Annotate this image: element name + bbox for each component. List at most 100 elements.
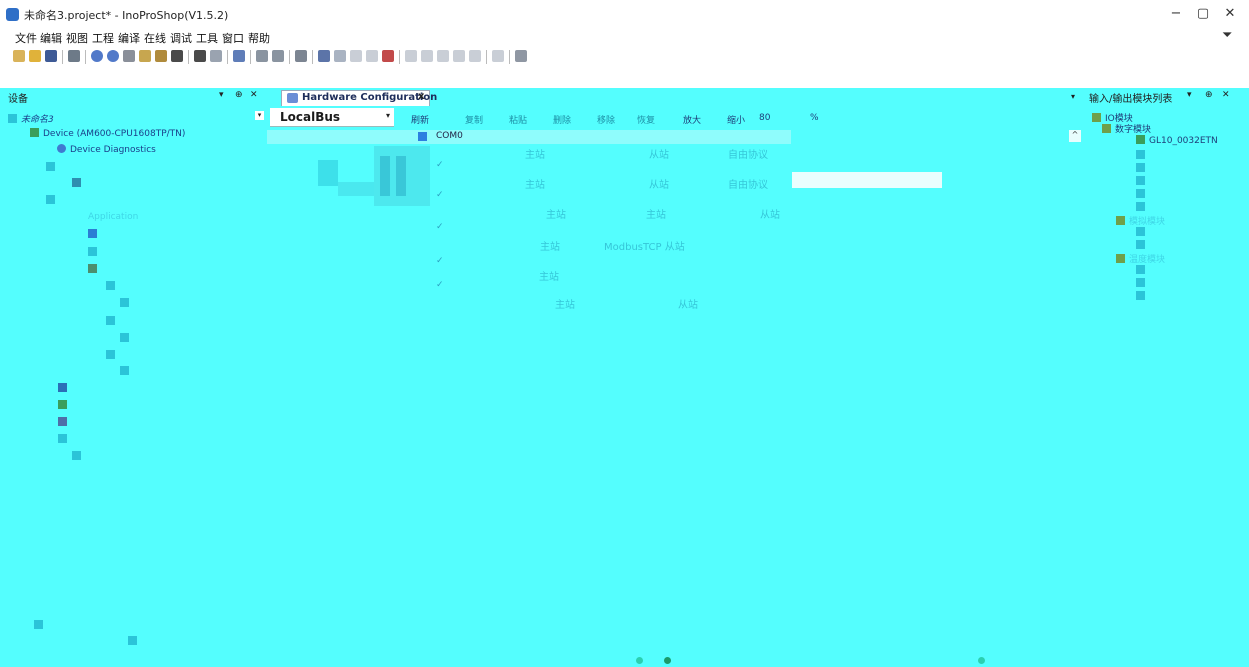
undo-icon[interactable] bbox=[91, 50, 103, 62]
tree-item-plc-logic[interactable] bbox=[46, 162, 59, 173]
select-all-icon[interactable] bbox=[233, 50, 245, 62]
io-tree-module[interactable] bbox=[1136, 291, 1149, 302]
scroll-up-button[interactable]: ^ bbox=[1069, 130, 1081, 142]
tree-item-softmotion[interactable] bbox=[58, 383, 71, 394]
logout-icon[interactable] bbox=[334, 50, 346, 62]
protocol-option[interactable]: 主站 bbox=[525, 176, 545, 191]
print-icon[interactable] bbox=[68, 50, 80, 62]
menu-window[interactable]: 窗口 bbox=[222, 30, 244, 46]
build-icon[interactable] bbox=[256, 50, 268, 62]
minimize-button[interactable]: − bbox=[1164, 5, 1188, 23]
protocol-option[interactable]: 主站 bbox=[555, 296, 575, 311]
io-tree-module[interactable] bbox=[1136, 176, 1149, 187]
copy-button[interactable]: 复制 bbox=[465, 113, 483, 126]
paste-button[interactable]: 粘贴 bbox=[509, 113, 527, 126]
step-into-icon[interactable] bbox=[437, 50, 449, 62]
tree-item-plc-prg[interactable] bbox=[88, 247, 101, 258]
refresh-button[interactable]: 刷新 bbox=[411, 113, 429, 126]
tab-hardware-configuration[interactable]: Hardware Configuration x bbox=[281, 90, 437, 106]
device-graphic[interactable] bbox=[318, 146, 432, 208]
zoom-out-button[interactable]: 缩小 bbox=[727, 113, 745, 126]
step-over-icon[interactable] bbox=[421, 50, 433, 62]
tree-item-device[interactable]: Device (AM600-CPU1608TP/TN) bbox=[30, 128, 185, 139]
save-icon[interactable] bbox=[45, 50, 57, 62]
breakpoint-icon[interactable] bbox=[405, 50, 417, 62]
replace-icon[interactable] bbox=[210, 50, 222, 62]
menu-tools[interactable]: 工具 bbox=[196, 30, 218, 46]
tree-item-task-main[interactable] bbox=[106, 281, 119, 292]
protocol-option[interactable]: 从站 bbox=[649, 176, 669, 191]
find-icon[interactable] bbox=[194, 50, 206, 62]
redo-icon[interactable] bbox=[107, 50, 119, 62]
protocol-option[interactable]: ModbusTCP 从站 bbox=[604, 238, 685, 253]
tree-item-group[interactable] bbox=[46, 195, 59, 206]
tree-item-ethercat-call[interactable] bbox=[120, 333, 133, 344]
menu-online[interactable]: 在线 bbox=[144, 30, 166, 46]
protocol-check[interactable]: ✓ bbox=[436, 190, 444, 200]
login-icon[interactable] bbox=[318, 50, 330, 62]
protocol-option[interactable]: 主站 bbox=[539, 268, 559, 283]
zoom-in-button[interactable]: 放大 bbox=[683, 113, 701, 126]
tree-item-modbus-device[interactable] bbox=[72, 451, 85, 462]
tree-dropdown-button[interactable]: ▾ bbox=[255, 111, 264, 120]
run-icon[interactable] bbox=[350, 50, 362, 62]
tree-item-task-ethercat[interactable] bbox=[106, 316, 119, 327]
tree-item-application[interactable]: Application bbox=[88, 212, 138, 222]
io-panel-pin[interactable]: ⊕ bbox=[1205, 90, 1213, 100]
tree-item-task-config[interactable] bbox=[88, 264, 101, 275]
layout-icon[interactable] bbox=[515, 50, 527, 62]
device-icon[interactable] bbox=[295, 50, 307, 62]
protocol-option[interactable]: 自由协议 bbox=[728, 176, 768, 191]
menu-build[interactable]: 编译 bbox=[118, 30, 140, 46]
protocol-option[interactable]: 从站 bbox=[649, 146, 669, 161]
devices-panel-pin[interactable]: ⊕ bbox=[235, 90, 243, 100]
protocol-option[interactable]: 主站 bbox=[540, 238, 560, 253]
bus-select[interactable]: LocalBus ▾ bbox=[270, 108, 394, 127]
editor-tab-dropdown[interactable]: ▾ bbox=[1071, 92, 1075, 101]
menu-debug[interactable]: 调试 bbox=[170, 30, 192, 46]
com0-row[interactable] bbox=[267, 130, 791, 144]
filter-icon[interactable]: ⏷ bbox=[1222, 28, 1232, 43]
menu-view[interactable]: 视图 bbox=[66, 30, 88, 46]
io-panel-dropdown[interactable]: ▾ bbox=[1187, 90, 1192, 100]
io-tree-module[interactable] bbox=[1136, 202, 1149, 213]
io-tree-digital-modules[interactable]: 数字模块 bbox=[1102, 122, 1151, 135]
copy-icon[interactable] bbox=[139, 50, 151, 62]
new-project-icon[interactable] bbox=[13, 50, 25, 62]
tree-item-ethernet[interactable] bbox=[58, 417, 71, 428]
protocol-option[interactable]: 自由协议 bbox=[728, 146, 768, 161]
io-panel-close[interactable]: ✕ bbox=[1222, 90, 1230, 100]
maximize-button[interactable]: ▢ bbox=[1191, 5, 1215, 23]
close-button[interactable]: ✕ bbox=[1218, 5, 1242, 23]
force-icon[interactable] bbox=[469, 50, 481, 62]
protocol-check[interactable]: ✓ bbox=[436, 160, 444, 170]
tree-item-visu-call[interactable] bbox=[120, 366, 133, 377]
protocol-check[interactable]: ✓ bbox=[436, 222, 444, 232]
io-tree-module[interactable] bbox=[1136, 150, 1149, 161]
tree-item-library-manager[interactable] bbox=[88, 229, 101, 240]
zoom-input[interactable]: 80 bbox=[759, 113, 770, 123]
protocol-check[interactable]: ✓ bbox=[436, 280, 444, 290]
tree-item-diagnostics[interactable]: Device Diagnostics bbox=[57, 144, 156, 155]
io-tree-module[interactable] bbox=[1136, 227, 1149, 238]
pou-bottom-tab[interactable] bbox=[128, 636, 141, 647]
protocol-option[interactable]: 主站 bbox=[646, 206, 666, 221]
io-tree-module[interactable] bbox=[1136, 163, 1149, 174]
io-tree-temp-modules[interactable]: 温度模块 bbox=[1116, 252, 1165, 265]
protocol-option[interactable]: 主站 bbox=[525, 146, 545, 161]
menu-edit[interactable]: 编辑 bbox=[40, 30, 62, 46]
devices-bottom-tab[interactable] bbox=[34, 620, 47, 631]
cut-icon[interactable] bbox=[123, 50, 135, 62]
delete-icon[interactable] bbox=[171, 50, 183, 62]
delete-button[interactable]: 删除 bbox=[553, 113, 571, 126]
devices-panel-close[interactable]: ✕ bbox=[250, 90, 258, 100]
menu-project[interactable]: 工程 bbox=[92, 30, 114, 46]
tab-close-icon[interactable]: x bbox=[418, 91, 424, 102]
tree-item-modbus-tcp[interactable] bbox=[58, 434, 71, 445]
menu-help[interactable]: 帮助 bbox=[248, 30, 270, 46]
io-tree-module[interactable] bbox=[1136, 240, 1149, 251]
io-tree-module[interactable] bbox=[1136, 278, 1149, 289]
menu-file[interactable]: 文件 bbox=[15, 30, 37, 46]
protocol-option[interactable]: 从站 bbox=[678, 296, 698, 311]
devices-panel-dropdown[interactable]: ▾ bbox=[219, 90, 224, 100]
